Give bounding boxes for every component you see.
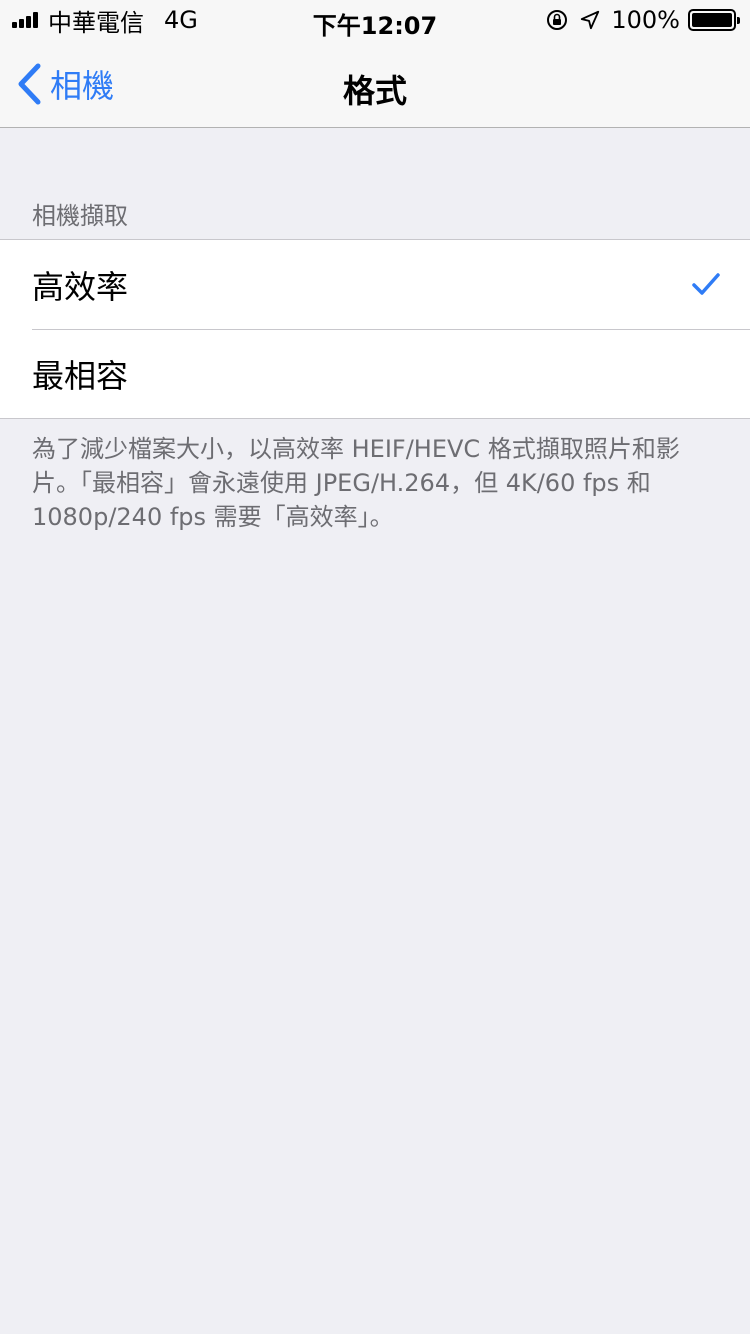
page-title: 格式 xyxy=(342,72,407,110)
status-bar: 中華電信 4G 下午12:07 100% xyxy=(0,0,750,40)
option-most-compatible[interactable]: 最相容 xyxy=(0,329,750,418)
status-bar-right: 100% xyxy=(545,6,740,34)
battery-percentage: 100% xyxy=(611,6,680,34)
screen: 中華電信 4G 下午12:07 100% 相機 格式 相機擷取 高效率 最相容 … xyxy=(0,0,750,1334)
option-label: 最相容 xyxy=(32,356,129,395)
orientation-lock-icon xyxy=(547,10,568,30)
location-arrow-icon xyxy=(581,10,600,30)
option-label: 高效率 xyxy=(32,267,129,306)
option-high-efficiency[interactable]: 高效率 xyxy=(0,240,750,329)
section-header: 相機擷取 xyxy=(32,202,128,230)
checkmark-icon xyxy=(692,273,720,295)
navigation-bar: 相機 格式 xyxy=(0,40,750,128)
format-options-list: 高效率 最相容 xyxy=(0,239,750,419)
section-footer-description: 為了減少檔案大小，以高效率 HEIF/HEVC 格式擷取照片和影片。「最相容」會… xyxy=(32,435,680,531)
battery-icon xyxy=(688,9,740,31)
